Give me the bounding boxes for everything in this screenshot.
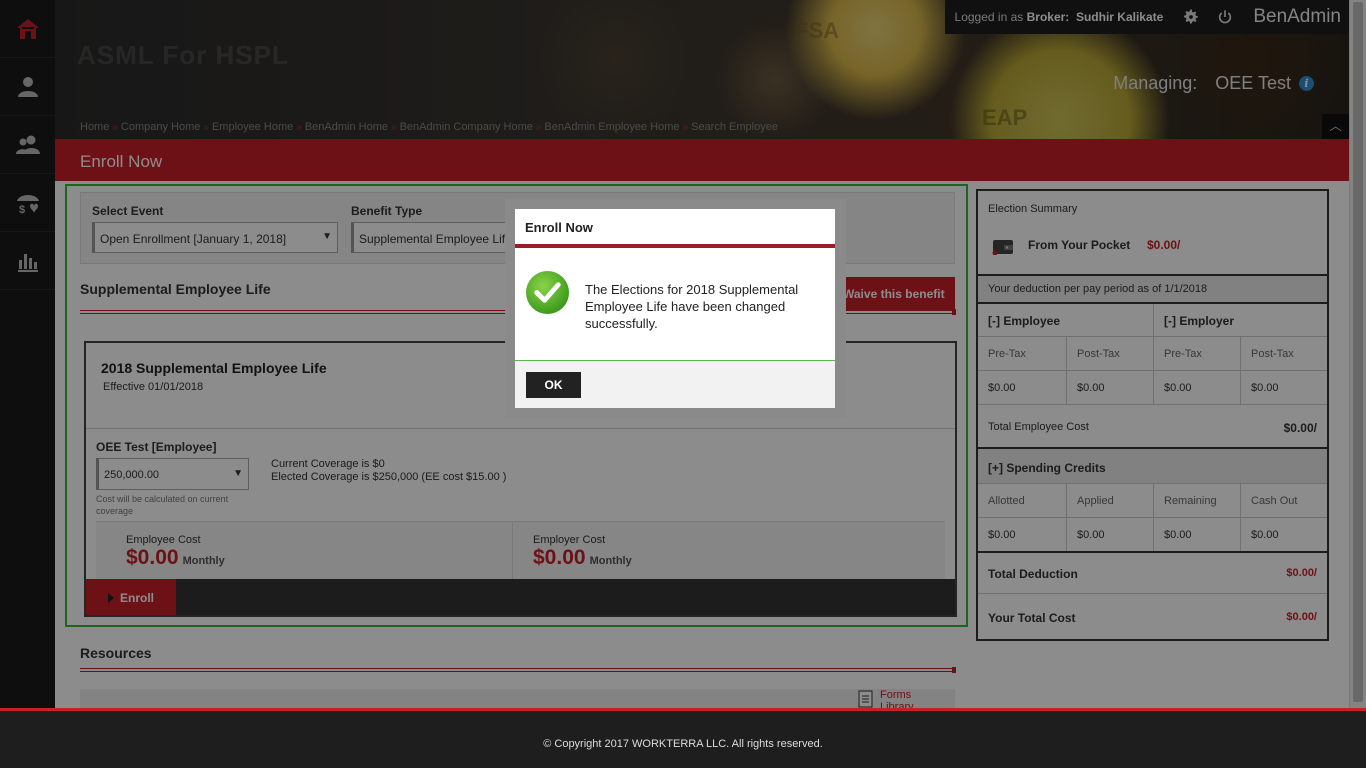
dialog-title-rule <box>515 244 835 248</box>
dialog-title: Enroll Now <box>525 220 593 235</box>
success-check-icon <box>525 270 570 315</box>
success-dialog: Enroll Now The Elections for 2018 Supple… <box>515 209 835 408</box>
ok-button[interactable]: OK <box>526 372 581 398</box>
page-footer: © Copyright 2017 WORKTERRA LLC. All righ… <box>0 708 1366 768</box>
dialog-message: The Elections for 2018 Supplemental Empl… <box>585 282 799 331</box>
dialog-footer: OK <box>515 360 835 408</box>
copyright-text: © Copyright 2017 WORKTERRA LLC. All righ… <box>543 738 823 750</box>
